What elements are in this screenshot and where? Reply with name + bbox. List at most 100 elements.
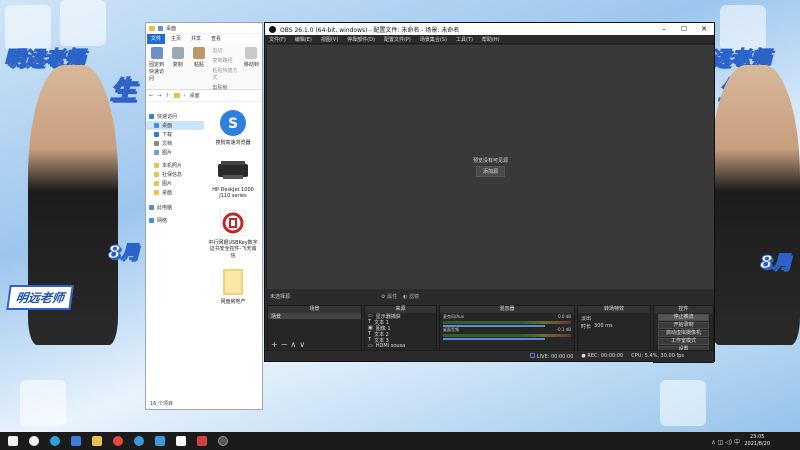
menu-view[interactable]: 视图(V) [321,36,338,43]
add-source-button[interactable]: 添加源 [475,166,505,177]
tab-share[interactable]: 共享 [187,34,205,44]
tab-home[interactable]: 主页 [167,34,185,44]
remove-icon[interactable]: − [281,340,291,349]
filters-label: 滤镜 [409,293,420,300]
maximize-icon[interactable]: ☐ [674,25,694,33]
menu-docks[interactable]: 停靠部件(D) [347,36,375,43]
mixer-channel: 麦克风/Aux 0.0 dB [440,313,574,327]
nav-item-this-pc[interactable]: 此电脑 [146,203,204,212]
file-item[interactable]: S 搜狗高速浏览器 [208,108,258,147]
explorer-titlebar[interactable]: 桌面 [146,23,262,34]
pin-quick-access-button[interactable]: 固定到快速访问 [149,47,164,86]
folder-icon [154,163,159,168]
paste-shortcut-button[interactable]: 粘贴快捷方式 [213,67,238,81]
menu-scene-collection[interactable]: 场景集合(S) [420,36,447,43]
quick-access-icon[interactable] [158,25,163,31]
media-icon[interactable] [197,436,207,446]
nav-item-label: 网络 [157,218,168,224]
browser-icon[interactable] [134,436,144,446]
minimize-icon[interactable]: – [654,25,674,33]
back-arrow-icon[interactable]: ← [149,93,153,99]
explorer-status-bar: 16 个项目 [150,401,173,407]
obs-preview[interactable]: 预览没有可见源 添加源 [267,45,714,289]
nav-item-label: 下载 [162,132,173,138]
obs-menubar: 文件(F) 编辑(E) 视图(V) 停靠部件(D) 配置文件(P) 场景集合(S… [265,35,714,44]
explorer-address-bar[interactable]: ← → ↑ › 桌面 [146,90,262,102]
start-recording-button[interactable]: 开始录制 [658,322,709,329]
sources-dock: 来源 ▭ 显示器捕获 T 文本 1 ▣ 图像 1 T 文本 2 T 文本 3 ▭ HDMI … [364,305,437,351]
clock[interactable]: 23:05 2021/8/20 [744,434,770,448]
nav-item-downloads[interactable]: 下载 [146,130,204,139]
clock-date: 2021/8/20 [744,441,770,447]
cut-button[interactable]: 剪切 [213,47,238,54]
scene-item[interactable]: 场景 [268,313,361,320]
stop-streaming-button[interactable]: 停止推流 [658,314,709,321]
menu-tools[interactable]: 工具(T) [456,36,473,43]
paste-button[interactable]: 粘贴 [191,47,206,86]
nav-item-network[interactable]: 网络 [146,216,204,225]
obs-logo-icon [269,25,276,33]
system-tray[interactable]: ∧ ◫ ◁) 中 [711,437,740,446]
edge-icon[interactable] [50,436,60,446]
obs-window: OBS 26.1.0 (64-bit, windows) - 配置文件: 未命名… [264,22,715,363]
menu-file[interactable]: 文件(F) [269,36,286,43]
duration-field[interactable]: 时长 300 ms [578,323,650,330]
menu-help[interactable]: 帮助(H) [482,36,500,43]
forward-arrow-icon[interactable]: → [157,93,161,99]
up-arrow-icon[interactable]: ↑ [165,93,169,99]
duration-label: 时长 [581,323,592,330]
transitions-dock: 转场特效 淡出 时长 300 ms [577,305,651,351]
file-item[interactable]: HP DeskJet 1000 J110 series [208,155,258,200]
explorer-file-list: S 搜狗高速浏览器 HP DeskJet 1000 J110 series 中行… [204,102,262,392]
picture-icon [154,150,159,155]
nav-item-pictures[interactable]: 图片 [146,148,204,157]
move-up-icon[interactable]: ∧ [290,340,299,349]
filters-button[interactable]: ◐ 滤镜 [403,293,419,300]
properties-button[interactable]: ⚙ 属性 [381,293,397,300]
store-icon[interactable] [176,436,186,446]
source-item[interactable]: ▭ HDMI sousa [365,343,436,349]
nav-item-folder-photos[interactable]: 本机照片 [146,161,204,170]
nav-item-folder-desktop[interactable]: 桌面 [146,188,204,197]
nav-item-quick-access[interactable]: 快速访问 [146,112,204,121]
paste-label: 粘贴 [193,62,204,68]
close-icon[interactable]: ✕ [694,25,714,33]
studio-mode-button[interactable]: 工作室模式 [658,338,709,345]
file-item[interactable]: 中行网银USBKey数字证书安全控件-飞天诚信 [208,208,258,260]
tab-view[interactable]: 查看 [207,34,225,44]
ie-icon[interactable] [71,436,81,446]
nav-item-label: 社保信息 [162,172,183,178]
nav-item-documents[interactable]: 文档 [146,139,204,148]
chrome-icon[interactable] [113,436,123,446]
virtual-camera-button[interactable]: 启动虚拟摄像机 [658,330,709,337]
file-item[interactable]: 网盘房地产 [208,267,258,306]
copy-button[interactable]: 复制 [170,47,185,86]
explorer-icon[interactable] [92,436,102,446]
volume-slider[interactable] [443,338,546,340]
search-icon[interactable] [29,436,39,446]
channel-db: 0.0 dB [558,314,571,319]
live-time: LIVE: 00:00:00 [536,353,574,360]
qq-icon[interactable] [155,436,165,446]
wallpaper-title-left-partial: 生 [109,76,137,107]
menu-edit[interactable]: 编辑(E) [295,36,312,43]
menu-profile[interactable]: 配置文件(P) [384,36,411,43]
nav-item-folder-social[interactable]: 社保信息 [146,170,204,179]
transition-select[interactable]: 淡出 [578,315,650,322]
mixer-dock-title: 混音器 [440,306,574,313]
obs-titlebar[interactable]: OBS 26.1.0 (64-bit, windows) - 配置文件: 未命名… [265,23,714,35]
file-name: 搜狗高速浏览器 [215,140,251,146]
channel-db: -0.1 dB [556,327,571,332]
add-icon[interactable]: + [271,340,281,349]
move-down-icon[interactable]: ∨ [299,340,308,349]
rec-time: REC: 00:00:00 [587,353,624,359]
wallpaper-tile [60,0,106,46]
move-to-button[interactable]: 移动到 [244,47,259,86]
copy-path-button[interactable]: 复制路径 [213,57,238,64]
obs-taskbar-icon[interactable] [218,436,228,446]
start-icon[interactable] [8,436,18,446]
nav-item-folder-images[interactable]: 图片 [146,179,204,188]
nav-item-desktop[interactable]: 桌面 [146,121,204,130]
explorer-ribbon-tabs: 文件 主页 共享 查看 [146,34,262,44]
tab-file[interactable]: 文件 [147,34,166,44]
